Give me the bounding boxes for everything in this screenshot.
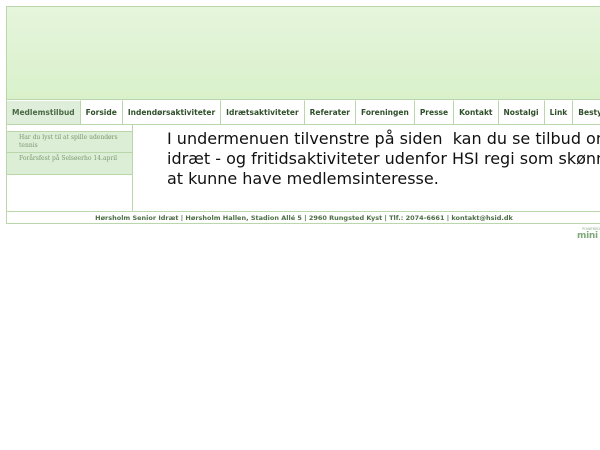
nav-item-referater[interactable]: Referater — [304, 100, 356, 124]
main-content-text: I undermenuen tilvenstre på siden kan du… — [167, 129, 600, 188]
page-frame: Medlemstilbud Forside Indendørsaktivitet… — [6, 6, 600, 224]
submenu-item-tennis[interactable]: Har du lyst til at spille udendørs tenni… — [7, 131, 132, 153]
main-navigation: Medlemstilbud Forside Indendørsaktivitet… — [7, 100, 600, 125]
nav-item-indendoersaktiviteter[interactable]: Indendørsaktiviteter — [122, 100, 222, 124]
header-banner — [7, 7, 600, 100]
nav-item-idraetsaktiviteter[interactable]: Idrætsaktiviteter — [221, 100, 305, 124]
powered-by-logo[interactable]: POWERED mini — [577, 227, 600, 243]
nav-item-kontakt[interactable]: Kontakt — [454, 100, 499, 124]
nav-item-presse[interactable]: Presse — [414, 100, 455, 124]
nav-item-foreningen[interactable]: Foreningen — [356, 100, 415, 124]
submenu: Har du lyst til at spille udendørs tenni… — [7, 125, 133, 211]
nav-item-forside[interactable]: Forside — [80, 100, 123, 124]
submenu-item-foraarsfest[interactable]: Forårsfest på Selsøerho 14.april — [7, 153, 132, 175]
nav-item-medlemstilbud[interactable]: Medlemstilbud — [7, 100, 81, 124]
powered-brand: mini — [577, 231, 598, 241]
nav-item-bestyrelsen[interactable]: Bestyrelsens ege — [573, 100, 600, 124]
nav-item-nostalgi[interactable]: Nostalgi — [498, 100, 545, 124]
footer-contact: Hørsholm Senior Idræt | Hørsholm Hallen,… — [7, 211, 600, 223]
nav-item-link[interactable]: Link — [544, 100, 574, 124]
